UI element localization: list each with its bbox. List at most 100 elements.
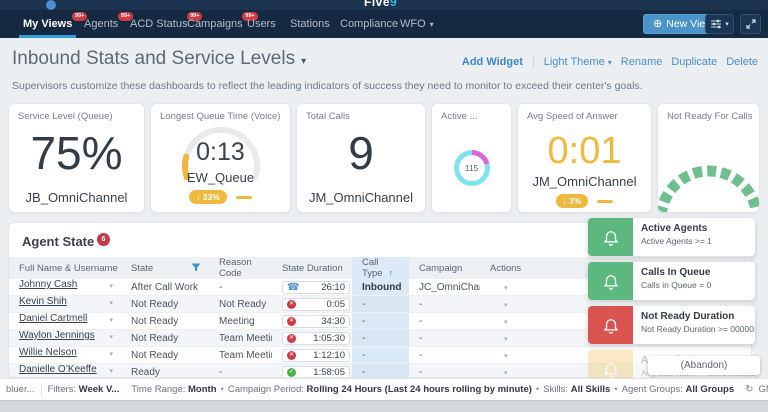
duration-box: ✕ 1:12:10 [282,349,350,362]
add-widget-button[interactable]: Add Widget [462,56,523,68]
user-label[interactable]: bluer... [0,384,41,395]
widget-active-calls[interactable]: Active ... 115 [431,103,512,213]
toast-not-ready-duration[interactable]: Not Ready Duration Not Ready Duration >= … [588,306,755,344]
dashboard-page: Inbound Stats and Service Levels ▾ Add Wi… [0,38,768,400]
agent-name-link[interactable]: Daniel Cartmell [19,313,87,324]
col-full-name[interactable]: Full Name & Username [9,257,121,279]
nav-acd-status[interactable]: ACD Status 99+ [130,10,203,38]
delete-button[interactable]: Delete [726,56,758,68]
phone-icon: ☎ [287,281,300,293]
ready-icon: ✓ [287,368,296,377]
chevron-down-icon[interactable]: ▾ [109,313,113,329]
row-actions-button[interactable]: ▾ [504,302,508,309]
nav-users[interactable]: Users [247,10,276,38]
campaign-cell: JC_OmniChannel [409,279,480,296]
app-logo-icon [46,0,56,10]
campaign-cell: - [409,312,480,330]
widget-label: EW_Queue [186,170,255,185]
campaign-cell: - [409,329,480,347]
fullscreen-button[interactable] [740,14,761,34]
col-campaign[interactable]: Campaign [409,257,480,279]
bell-icon [603,319,618,334]
chevron-down-icon[interactable]: ▾ [109,347,113,363]
row-actions-button[interactable]: ▾ [504,285,508,292]
view-options-button[interactable]: ▾ [705,14,734,34]
duration-value: 0:05 [326,299,346,310]
toast-condition: Active Agents >= 1 [641,236,712,246]
trend-dash-icon [597,199,614,203]
filters-summary[interactable]: Filters: Week V... [42,384,126,395]
reason-cell: - [209,279,272,296]
row-actions-button[interactable]: ▾ [504,370,508,377]
nav-my-views[interactable]: My Views 99+ [18,10,88,38]
window-bottom-edge [0,400,768,412]
state-cell: After Call Work [121,279,209,296]
bell-icon [603,275,618,290]
state-cell: Not Ready [121,346,209,364]
row-actions-button[interactable]: ▾ [504,353,508,360]
refresh-icon[interactable]: ↻ [745,384,753,395]
campaign-cell: - [409,346,480,364]
duration-value: 1:05:30 [313,333,345,344]
service-level-value: 75% [30,127,123,179]
nav-wfo[interactable]: WFO ▾ [400,10,434,38]
widget-label: JB_OmniChannel [25,190,128,205]
agent-name-link[interactable]: Johnny Cash [19,279,77,290]
agent-name-link[interactable]: Danielle O’Keeffe [19,364,97,375]
widget-total-calls[interactable]: Total Calls 9 JM_OmniChannel [296,103,426,213]
page-title[interactable]: Inbound Stats and Service Levels ▾ [12,48,306,70]
widget-service-level[interactable]: Service Level (Queue) 75% JB_OmniChannel [8,103,145,213]
call-type-cell: - [352,329,409,347]
filter-icon[interactable] [191,263,201,273]
plus-icon: ⊕ [653,18,663,30]
widget-avg-speed-of-answer[interactable]: Avg Speed of Answer 0:01 JM_OmniChannel … [517,103,652,213]
agent-name-link[interactable]: Willie Nelson [19,347,77,358]
duration-box: ✓ 1:58:05 [282,366,350,377]
toast-severity-block [588,262,633,300]
col-reason-code[interactable]: Reason Code [209,257,272,279]
abandon-tooltip: (Abandon) [648,356,760,375]
campaign-cell: - [409,363,480,377]
widget-title: Avg Speed of Answer [527,111,618,122]
chevron-down-icon[interactable]: ▾ [109,364,113,377]
widget-not-ready-for-calls[interactable]: Not Ready For Calls [657,103,760,213]
nav-stations[interactable]: Stations [290,10,330,38]
widget-longest-queue-time[interactable]: Longest Queue Time (Voice) 0:13 EW_Queue… [150,103,291,213]
queue-time-value: 0:13 [196,138,245,166]
theme-dropdown[interactable]: Light Theme ▾ [544,56,612,68]
nav-compliance[interactable]: Compliance [340,10,398,38]
nav-agents[interactable]: Agents 99+ [84,10,134,38]
expand-icon [745,19,756,29]
chevron-down-icon[interactable]: ▾ [109,330,113,346]
duration-box: ✕ 34:30 [282,315,350,328]
reason-cell: Team Meeting [209,329,272,347]
toast-active-agents[interactable]: Active Agents Active Agents >= 1 [588,218,755,256]
total-calls-value: 9 [348,127,374,179]
nav-campaigns[interactable]: Campaigns 99+ [187,10,258,38]
chevron-down-icon[interactable]: ▾ [109,279,113,295]
not-ready-icon: ✕ [287,334,296,343]
agent-name-link[interactable]: Waylon Jennings [19,330,95,341]
timestamp: GMT-05:00 Fri, 2/18/2022, 11:37 [758,384,768,395]
delta-badge: ↓ 3% [555,194,589,208]
toast-severity-block [588,218,633,256]
active-calls-value: 115 [458,155,485,181]
bell-icon [603,363,618,378]
col-call-type[interactable]: Call Type ↑ [352,257,409,279]
not-ready-icon: ✕ [287,300,296,309]
duration-value: 34:30 [321,316,345,327]
col-state-duration[interactable]: State Duration [272,257,352,279]
agent-name-link[interactable]: Kevin Shih [19,296,67,307]
row-actions-button[interactable]: ▾ [504,336,508,343]
state-cell: Not Ready [121,312,209,330]
row-actions-button[interactable]: ▾ [504,319,508,326]
duration-box: ✕ 0:05 [282,298,350,311]
chevron-down-icon: ▾ [429,20,434,29]
rename-button[interactable]: Rename [621,56,663,68]
sort-up-icon: ↑ [388,268,394,278]
col-state[interactable]: State [121,257,209,279]
chevron-down-icon[interactable]: ▾ [109,296,113,312]
toast-calls-in-queue[interactable]: Calls In Queue Calls in Queue = 0 [588,262,755,300]
sliders-icon [711,19,722,29]
duplicate-button[interactable]: Duplicate [671,56,717,68]
